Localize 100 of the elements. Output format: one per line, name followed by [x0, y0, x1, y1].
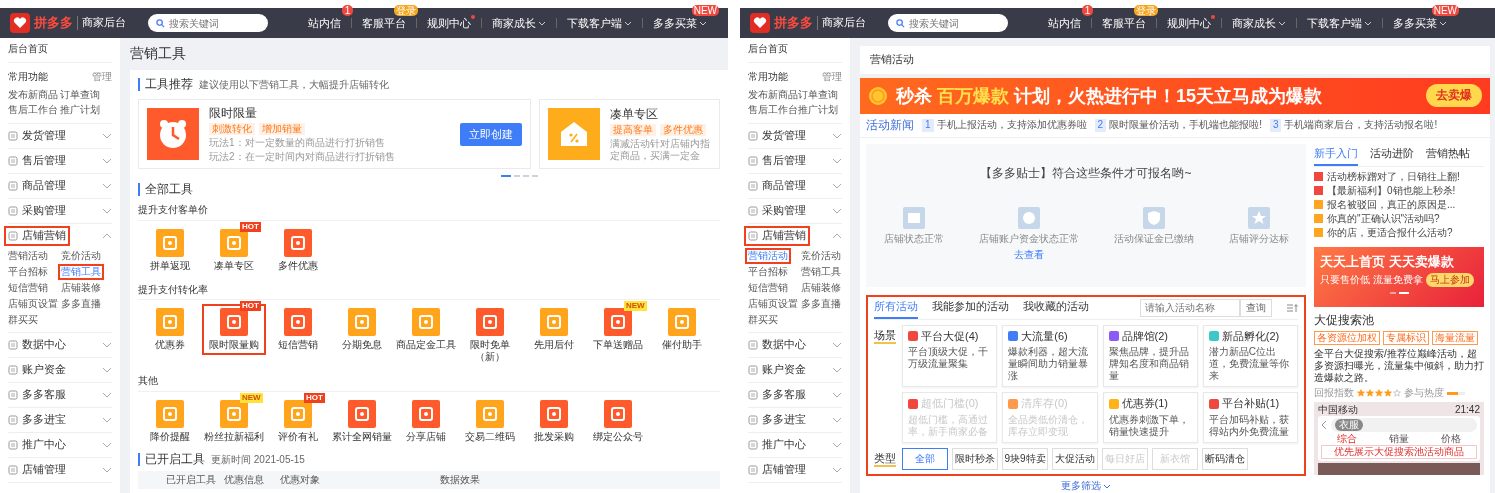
sidebar-menu-item[interactable]: 发货管理 [744, 126, 810, 146]
logo-icon[interactable] [750, 13, 770, 33]
shortcut-link[interactable]: 售后工作台 [8, 102, 58, 117]
tool-item[interactable]: 降价提醒 [138, 395, 202, 447]
shortcut-link[interactable]: 订单查询 [60, 87, 100, 102]
submenu-item[interactable]: 店铺页设置 [745, 296, 801, 312]
submenu-item[interactable]: 多多直播 [58, 296, 104, 312]
scene-card[interactable]: 平台补贴(1) 平台加码补贴，获得站内外免费流量 [1202, 392, 1298, 443]
chevron-icon[interactable] [102, 392, 112, 398]
sidebar-menu-item[interactable]: 采购管理 [744, 201, 810, 221]
view-link[interactable]: 去查看 [1013, 249, 1044, 262]
tab[interactable]: 我收藏的活动 [1023, 296, 1089, 319]
shortcut-link[interactable]: 推广计划 [798, 102, 838, 117]
tab[interactable]: 所有活动 [874, 296, 918, 319]
submenu-item[interactable]: 平台招标 [745, 264, 791, 280]
activity-search-box[interactable]: 请输入活动名称 [1140, 298, 1240, 317]
sidebar-menu-item[interactable]: 多多客服 [4, 385, 70, 405]
tool-item[interactable]: 拼单返现 [138, 224, 202, 276]
chevron-icon[interactable] [102, 417, 112, 423]
sidebar-menu-item[interactable]: 多多进宝 [4, 410, 70, 430]
submenu-item[interactable]: 群买买 [745, 312, 781, 328]
search-box[interactable]: 搜索关键词 [888, 14, 1008, 32]
chevron-icon[interactable] [832, 442, 842, 448]
chevron-icon[interactable] [102, 133, 112, 139]
news-link[interactable]: 2 限时限量价活动，手机端也能报啦! [1094, 119, 1262, 132]
submenu-item[interactable]: 店铺装修 [798, 280, 844, 296]
chevron-icon[interactable] [102, 342, 112, 348]
submenu-item[interactable]: 店铺装修 [58, 280, 104, 296]
sidebar-menu-item[interactable]: 账户资金 [744, 360, 810, 380]
manage-link[interactable]: 管理 [92, 70, 112, 83]
tab[interactable]: 我能参加的活动 [932, 296, 1009, 319]
tool-item[interactable]: 分享店铺 [394, 395, 458, 447]
sidebar-menu-item[interactable]: 售后管理 [744, 151, 810, 171]
scene-card[interactable]: 平台大促(4) 平台顶级大促，千万级流量聚集 [902, 324, 998, 388]
chevron-icon[interactable] [102, 208, 112, 214]
tool-item[interactable]: 先用后付 [522, 304, 586, 355]
chevron-icon[interactable] [832, 183, 842, 189]
tab[interactable]: 营销热帖 [1426, 143, 1470, 166]
manage-link[interactable]: 管理 [822, 70, 842, 83]
tab[interactable]: 活动进阶 [1370, 143, 1414, 166]
submenu-item[interactable]: 店铺页设置 [5, 296, 61, 312]
submenu-item[interactable]: 多多直播 [798, 296, 844, 312]
post-link[interactable]: 【最新福利】0销也能上秒杀! [1314, 183, 1484, 198]
submenu-item[interactable]: 短信营销 [5, 280, 51, 296]
sidebar-menu-item[interactable]: 推广中心 [744, 435, 810, 455]
submenu-item[interactable]: 竞价活动 [798, 248, 844, 264]
filter-button[interactable]: 9块9特卖 [1002, 448, 1048, 470]
chevron-icon[interactable] [832, 133, 842, 139]
submenu-item[interactable]: 营销活动 [745, 248, 791, 264]
query-button[interactable]: 查询 [1240, 298, 1272, 317]
submenu-item[interactable]: 营销工具 [58, 264, 104, 280]
sidebar-menu-item[interactable]: 店铺营销 [744, 226, 810, 246]
tool-item[interactable]: 多件优惠 [266, 224, 330, 276]
shortcut-link[interactable]: 发布新商品 [748, 87, 798, 102]
tool-item[interactable]: 绑定公众号 [586, 395, 650, 447]
chevron-icon[interactable] [832, 367, 842, 373]
chevron-icon[interactable] [832, 158, 842, 164]
sidebar-menu-item[interactable]: 商品管理 [4, 176, 70, 196]
shortcut-link[interactable]: 售后工作台 [748, 102, 798, 117]
post-link[interactable]: 你的店，更适合报什么活动? [1314, 225, 1484, 240]
sidebar-menu-item[interactable]: 售后管理 [4, 151, 70, 171]
post-link[interactable]: 你真的"正确认识"活动吗? [1314, 211, 1484, 226]
tool-item[interactable]: 累计全网销量 [330, 395, 394, 447]
join-button[interactable]: 马上参加 [1425, 273, 1474, 287]
submenu-item[interactable]: 营销工具 [798, 264, 844, 280]
chevron-icon[interactable] [832, 233, 842, 239]
scene-card[interactable]: 新品孵化(2) 潜力新品C位出道，免费流量等你来 [1202, 324, 1298, 388]
sidebar-menu-item[interactable]: 店铺管理 [744, 460, 810, 480]
sidebar-link[interactable]: 后台首页 [748, 38, 842, 63]
news-link[interactable]: 3 手机端商家后台，支持活动报名啦! [1269, 119, 1438, 132]
sort-list-icon[interactable] [1286, 302, 1298, 313]
filter-button[interactable]: 断码清仓 [1202, 448, 1248, 470]
sidebar-menu-item[interactable]: 发货管理 [4, 126, 70, 146]
sidebar-menu-item[interactable]: 账户资金 [4, 360, 70, 380]
sidebar-menu-item[interactable]: 数据中心 [744, 335, 810, 355]
submenu-item[interactable]: 营销活动 [5, 248, 51, 264]
tool-item[interactable]: 短信营销 [266, 304, 330, 355]
tool-item[interactable]: 批发采购 [522, 395, 586, 447]
chevron-icon[interactable] [832, 392, 842, 398]
sidebar-menu-item[interactable]: 数据中心 [4, 335, 70, 355]
chevron-icon[interactable] [102, 442, 112, 448]
sidebar-menu-item[interactable]: 采购管理 [4, 201, 70, 221]
nav-menu-item[interactable]: 站内信 [308, 13, 341, 33]
more-filters-button[interactable]: 更多筛选 [1061, 479, 1111, 493]
chevron-icon[interactable] [832, 208, 842, 214]
submenu-item[interactable]: 竞价活动 [58, 248, 104, 264]
nav-menu-item[interactable]: 站内信 [1048, 13, 1081, 33]
scene-card[interactable]: 优惠券(1) 优惠券刺激下单，销量快速提升 [1102, 392, 1198, 443]
sidebar-menu-item[interactable]: 店铺营销 [4, 226, 70, 246]
search-field[interactable]: 搜索关键词 [169, 17, 259, 29]
submenu-item[interactable]: 群买买 [5, 312, 41, 328]
submenu-item[interactable]: 平台招标 [5, 264, 51, 280]
sidebar-menu-item[interactable]: 多多客服 [744, 385, 810, 405]
tool-item[interactable]: 限时免单（新） [458, 304, 522, 367]
shortcut-link[interactable]: 推广计划 [60, 102, 100, 117]
chevron-icon[interactable] [102, 183, 112, 189]
sidebar-menu-item[interactable]: 推广中心 [4, 435, 70, 455]
sidebar-menu-item[interactable]: 多多进宝 [744, 410, 810, 430]
chevron-icon[interactable] [102, 367, 112, 373]
sidebar-menu-item[interactable]: 商品管理 [744, 176, 810, 196]
